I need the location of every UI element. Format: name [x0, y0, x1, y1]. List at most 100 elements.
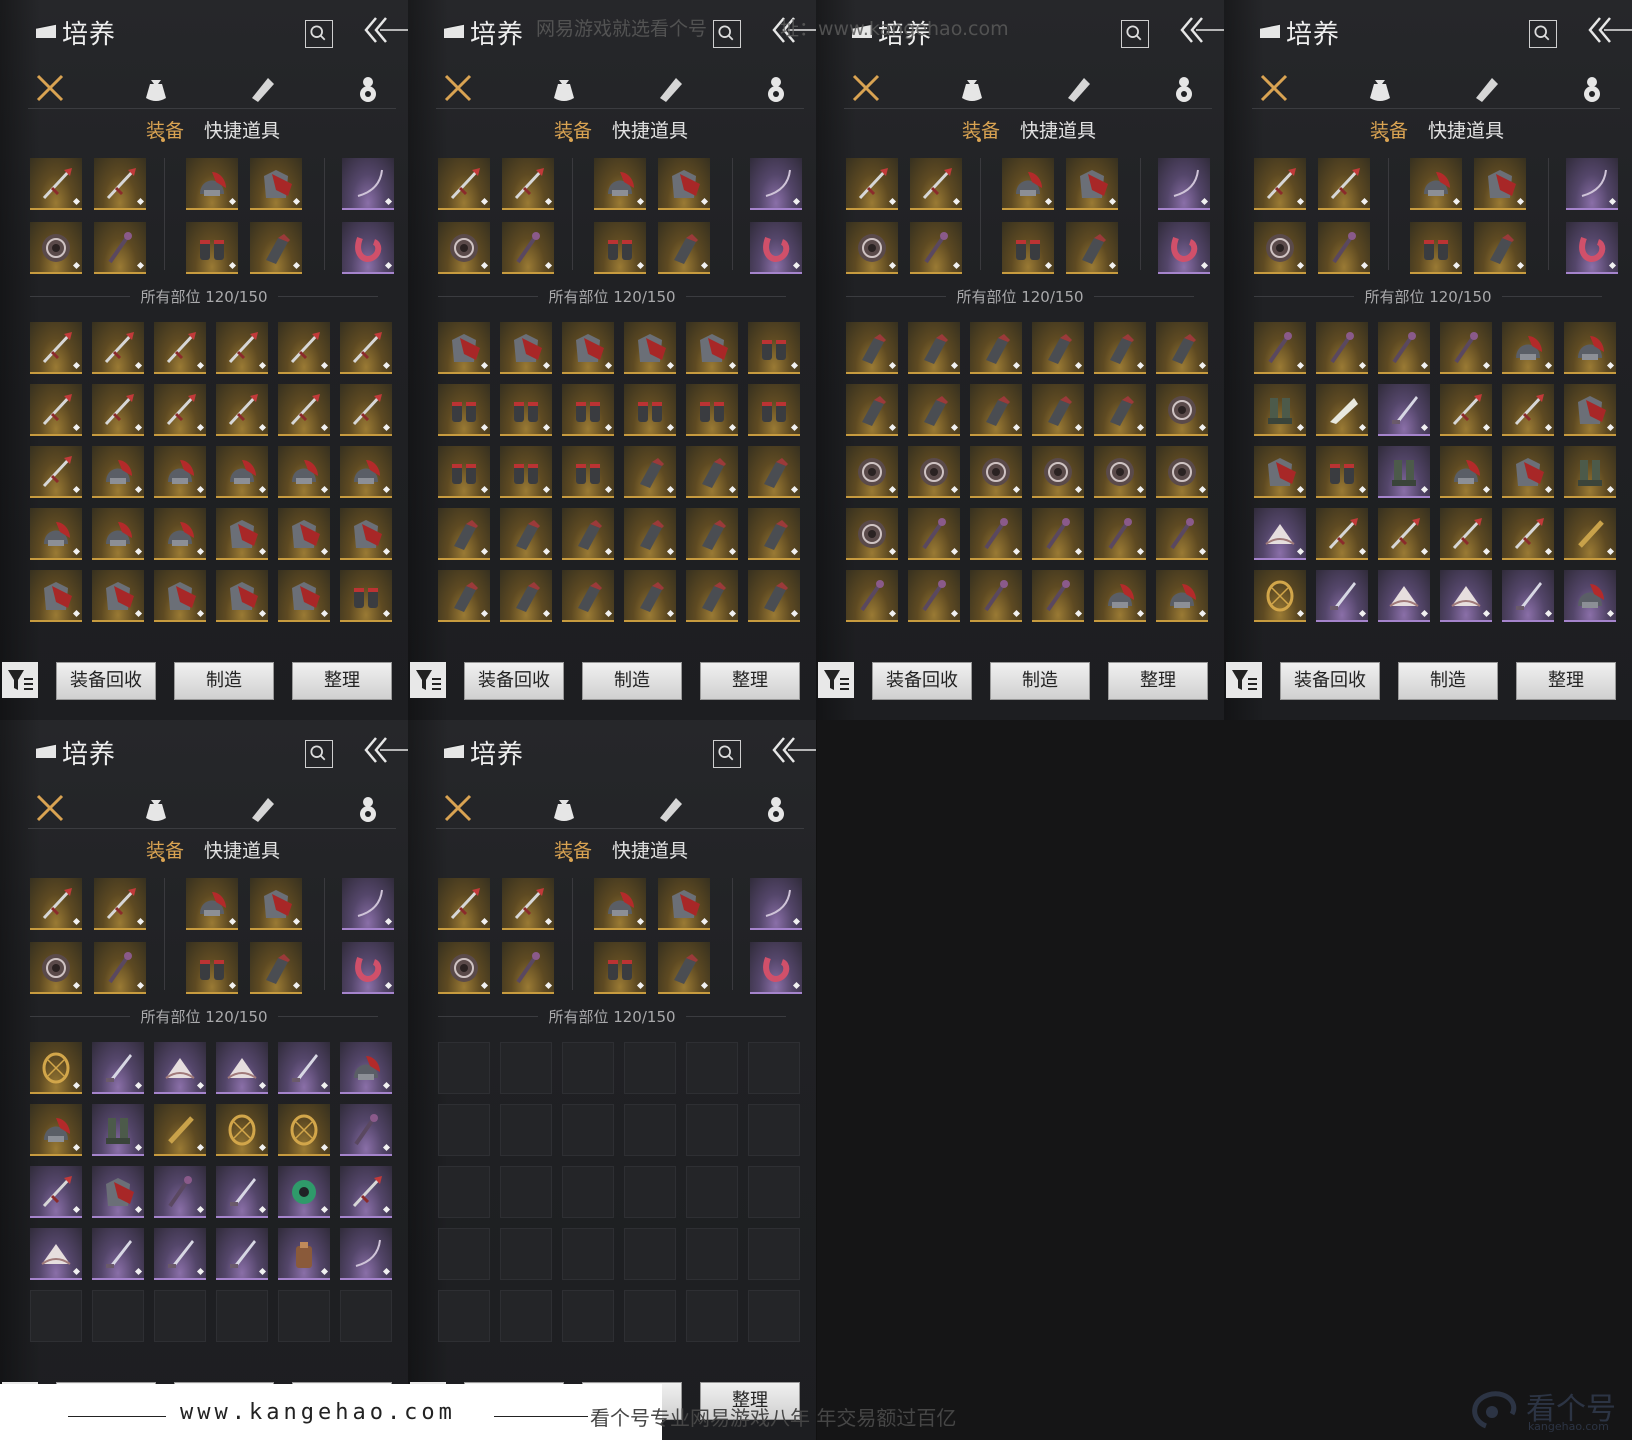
inventory-slot[interactable]	[438, 1228, 490, 1280]
inventory-slot[interactable]	[1564, 384, 1616, 436]
inventory-slot[interactable]	[92, 570, 144, 622]
inventory-slot[interactable]	[1378, 446, 1430, 498]
inventory-slot[interactable]	[748, 322, 800, 374]
inventory-slot[interactable]	[1156, 384, 1208, 436]
equipped-slot[interactable]	[1410, 158, 1462, 210]
tab-equipment[interactable]: 装备	[146, 836, 184, 863]
inventory-slot[interactable]	[500, 322, 552, 374]
inventory-slot[interactable]	[154, 1166, 206, 1218]
recycle-button[interactable]: 装备回收	[872, 662, 972, 700]
inventory-slot[interactable]	[438, 1166, 490, 1218]
equipped-slot[interactable]	[1254, 158, 1306, 210]
inventory-slot[interactable]	[1254, 508, 1306, 560]
inventory-slot[interactable]	[562, 384, 614, 436]
inventory-slot[interactable]	[1032, 508, 1084, 560]
inventory-slot[interactable]	[686, 1104, 738, 1156]
inventory-slot[interactable]	[686, 446, 738, 498]
inventory-slot[interactable]	[1440, 384, 1492, 436]
category-tab-4[interactable]	[352, 792, 384, 824]
inventory-slot[interactable]	[1316, 446, 1368, 498]
equipped-slot[interactable]	[438, 878, 490, 930]
inventory-slot[interactable]	[216, 1228, 268, 1280]
craft-button[interactable]: 制造	[174, 662, 274, 700]
collapse-button[interactable]	[1178, 14, 1224, 48]
recycle-button[interactable]: 装备回收	[464, 662, 564, 700]
inventory-slot[interactable]	[1254, 570, 1306, 622]
inventory-slot[interactable]	[1564, 446, 1616, 498]
inventory-slot[interactable]	[1440, 446, 1492, 498]
inventory-slot[interactable]	[30, 446, 82, 498]
equipped-slot[interactable]	[94, 158, 146, 210]
inventory-slot[interactable]	[340, 1228, 392, 1280]
equipped-slot[interactable]	[1566, 158, 1618, 210]
sort-button[interactable]: 整理	[1108, 662, 1208, 700]
inventory-slot[interactable]	[216, 1166, 268, 1218]
inventory-slot[interactable]	[562, 322, 614, 374]
equipped-slot[interactable]	[342, 878, 394, 930]
equipped-slot[interactable]	[30, 222, 82, 274]
sort-button[interactable]: 整理	[700, 662, 800, 700]
inventory-slot[interactable]	[1440, 322, 1492, 374]
inventory-slot[interactable]	[216, 570, 268, 622]
inventory-slot[interactable]	[1094, 384, 1146, 436]
filter-button[interactable]	[1226, 662, 1262, 698]
search-button[interactable]	[1529, 20, 1557, 48]
category-tab-3[interactable]	[246, 72, 278, 104]
inventory-slot[interactable]	[908, 570, 960, 622]
inventory-slot[interactable]	[278, 1166, 330, 1218]
inventory-slot[interactable]	[500, 384, 552, 436]
inventory-slot[interactable]	[562, 508, 614, 560]
inventory-slot[interactable]	[748, 1104, 800, 1156]
inventory-slot[interactable]	[92, 1228, 144, 1280]
inventory-slot[interactable]	[846, 384, 898, 436]
inventory-slot[interactable]	[562, 1104, 614, 1156]
inventory-slot[interactable]	[278, 322, 330, 374]
inventory-slot[interactable]	[92, 1104, 144, 1156]
category-tab-1[interactable]	[442, 792, 474, 824]
equipped-slot[interactable]	[342, 942, 394, 994]
category-tab-4[interactable]	[352, 72, 384, 104]
inventory-slot[interactable]	[970, 384, 1022, 436]
category-tab-1[interactable]	[34, 792, 66, 824]
category-tab-2[interactable]	[140, 72, 172, 104]
craft-button[interactable]: 制造	[990, 662, 1090, 700]
inventory-slot[interactable]	[908, 322, 960, 374]
equipped-slot[interactable]	[438, 222, 490, 274]
inventory-slot[interactable]	[748, 1042, 800, 1094]
inventory-slot[interactable]	[1502, 446, 1554, 498]
inventory-slot[interactable]	[438, 1042, 490, 1094]
equipped-slot[interactable]	[1002, 222, 1054, 274]
inventory-slot[interactable]	[500, 1228, 552, 1280]
inventory-slot[interactable]	[1032, 322, 1084, 374]
inventory-slot[interactable]	[624, 1166, 676, 1218]
inventory-slot[interactable]	[846, 508, 898, 560]
inventory-slot[interactable]	[624, 322, 676, 374]
filter-button[interactable]	[2, 662, 38, 698]
inventory-slot[interactable]	[30, 1104, 82, 1156]
inventory-slot[interactable]	[686, 1042, 738, 1094]
inventory-slot[interactable]	[340, 1290, 392, 1342]
equipped-slot[interactable]	[594, 222, 646, 274]
inventory-slot[interactable]	[216, 1290, 268, 1342]
collapse-button[interactable]	[770, 734, 816, 768]
category-tab-4[interactable]	[760, 792, 792, 824]
equipped-slot[interactable]	[658, 942, 710, 994]
equipped-slot[interactable]	[658, 158, 710, 210]
inventory-slot[interactable]	[748, 384, 800, 436]
category-tab-3[interactable]	[654, 792, 686, 824]
equipped-slot[interactable]	[1158, 222, 1210, 274]
inventory-slot[interactable]	[748, 570, 800, 622]
equipped-slot[interactable]	[1254, 222, 1306, 274]
inventory-slot[interactable]	[92, 1166, 144, 1218]
equipped-slot[interactable]	[438, 942, 490, 994]
inventory-slot[interactable]	[216, 446, 268, 498]
inventory-slot[interactable]	[748, 1166, 800, 1218]
equipped-slot[interactable]	[658, 878, 710, 930]
inventory-slot[interactable]	[1254, 322, 1306, 374]
equipped-slot[interactable]	[594, 942, 646, 994]
inventory-slot[interactable]	[748, 1228, 800, 1280]
inventory-slot[interactable]	[154, 508, 206, 560]
inventory-slot[interactable]	[340, 446, 392, 498]
inventory-slot[interactable]	[340, 384, 392, 436]
inventory-slot[interactable]	[748, 1290, 800, 1342]
